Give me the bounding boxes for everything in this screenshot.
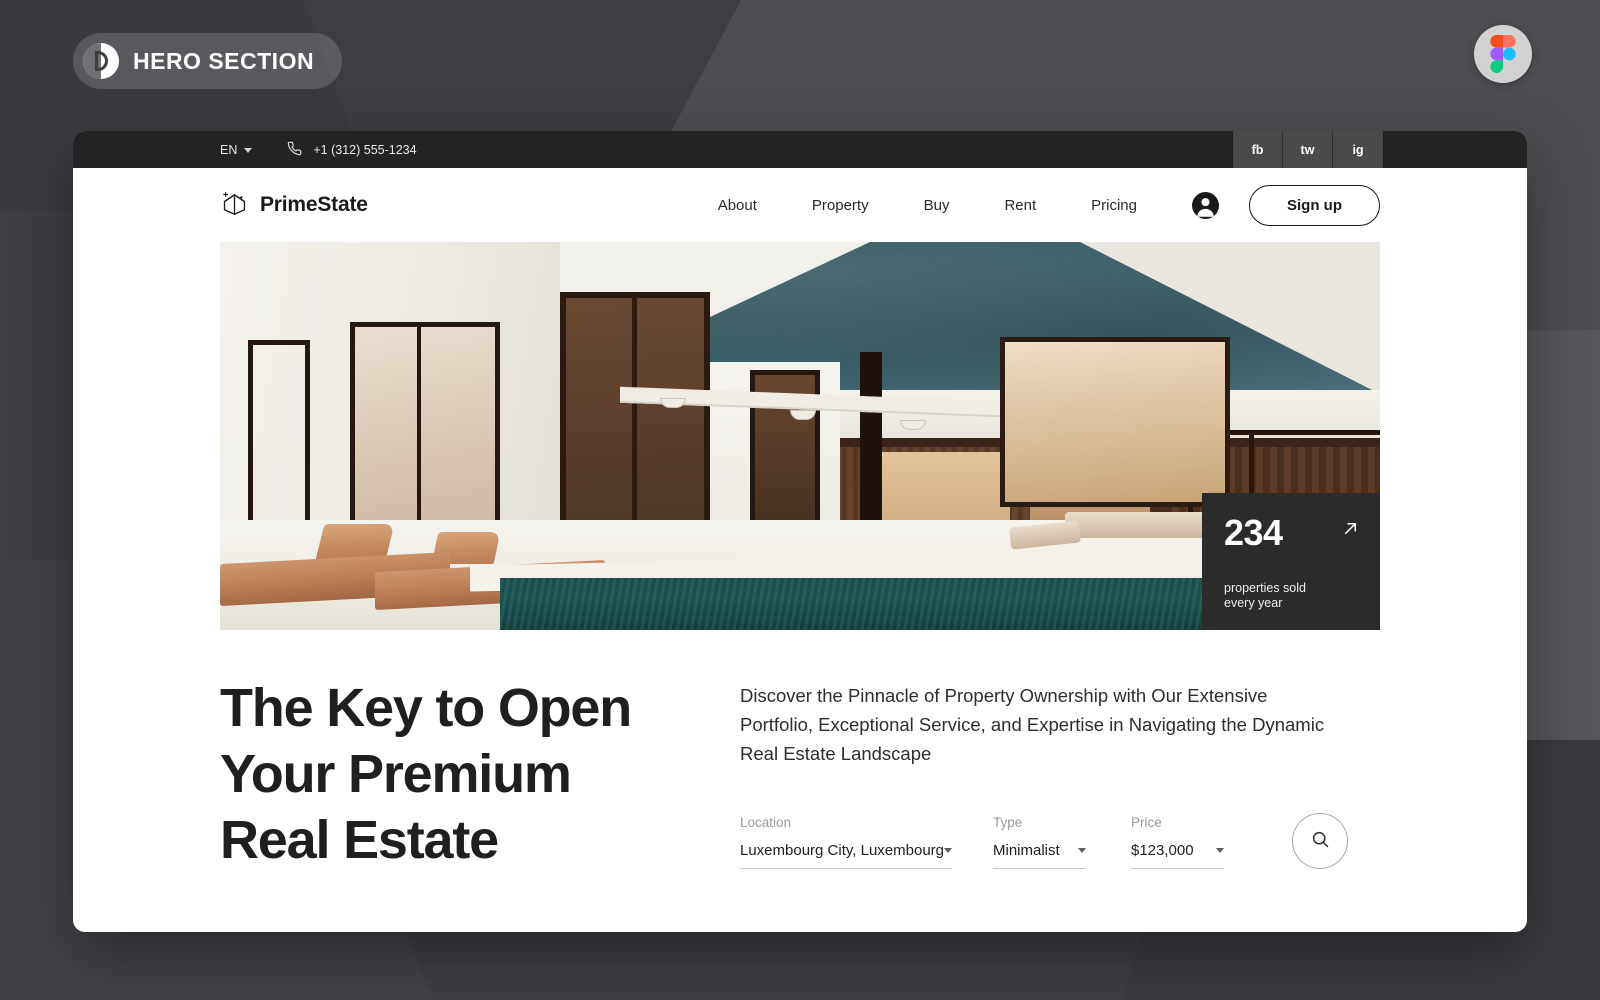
social-link-twitter[interactable]: tw	[1283, 131, 1333, 168]
location-field[interactable]: Location Luxembourg City, Luxembourg	[740, 815, 952, 869]
hero-content: The Key to Open Your Premium Real Estate…	[73, 630, 1527, 874]
hero-image: 234 properties sold every year	[220, 242, 1380, 630]
social-link-facebook[interactable]: fb	[1233, 131, 1283, 168]
brand-logo[interactable]: PrimeState	[220, 188, 368, 222]
stats-card[interactable]: 234 properties sold every year	[1202, 493, 1380, 630]
social-link-instagram[interactable]: ig	[1333, 131, 1383, 168]
house-sparkle-logo-icon	[220, 188, 249, 222]
nav-link-property[interactable]: Property	[812, 197, 869, 214]
hero-right-column: Discover the Pinnacle of Property Owners…	[740, 676, 1380, 874]
price-field[interactable]: Price $123,000	[1131, 815, 1224, 869]
phone-number: +1 (312) 555-1234	[313, 142, 417, 157]
location-label: Location	[740, 814, 792, 830]
sign-up-button[interactable]: Sign up	[1249, 184, 1380, 226]
photo-window	[1000, 337, 1230, 507]
language-label: EN	[220, 142, 238, 157]
caret-down-icon[interactable]	[944, 847, 952, 853]
nav-link-buy[interactable]: Buy	[924, 197, 950, 214]
utility-bar-left: EN +1 (312) 555-1234	[73, 131, 417, 168]
primestate-p-mark-icon	[83, 43, 119, 79]
price-value: $123,000	[1131, 841, 1194, 859]
type-value: Minimalist	[993, 841, 1060, 859]
hero-section-badge-label: HERO SECTION	[133, 47, 315, 74]
website-window: EN +1 (312) 555-1234 fb tw ig PrimeState…	[73, 131, 1527, 932]
nav-link-about[interactable]: About	[718, 197, 757, 214]
figma-logo-icon	[1474, 25, 1532, 83]
brand-name: PrimeState	[260, 193, 368, 216]
screenshot-canvas: HERO SECTION EN +1 (312) 555-1234 fb tw …	[0, 0, 1600, 1000]
stats-caption: properties sold every year	[1224, 580, 1306, 611]
nav-link-pricing[interactable]: Pricing	[1091, 197, 1137, 214]
page-title: The Key to Open Your Premium Real Estate	[220, 678, 632, 870]
type-label: Type	[993, 814, 1023, 830]
search-icon	[1310, 829, 1331, 853]
hero-description: Discover the Pinnacle of Property Owners…	[740, 685, 1325, 764]
phone-link[interactable]: +1 (312) 555-1234	[269, 141, 417, 159]
property-search-form: Location Luxembourg City, Luxembourg Typ…	[740, 812, 1380, 869]
nav-link-rent[interactable]: Rent	[1004, 197, 1036, 214]
caret-down-icon[interactable]	[1216, 847, 1224, 853]
price-label: Price	[1131, 814, 1162, 830]
caret-down-icon[interactable]	[1078, 847, 1086, 853]
type-field[interactable]: Type Minimalist	[993, 815, 1086, 869]
nav-actions: Sign up	[1192, 184, 1380, 226]
location-value: Luxembourg City, Luxembourg	[740, 841, 944, 859]
photo-window	[248, 340, 310, 550]
nav-links: About Property Buy Rent Pricing	[718, 197, 1137, 214]
language-selector[interactable]: EN	[220, 143, 268, 157]
hero-section-badge: HERO SECTION	[73, 33, 343, 89]
search-button[interactable]	[1292, 812, 1348, 869]
photo-sofa	[1065, 512, 1215, 538]
arrow-up-right-icon[interactable]	[1341, 519, 1360, 543]
chevron-down-icon	[244, 148, 253, 153]
utility-bar: EN +1 (312) 555-1234 fb tw ig	[73, 131, 1527, 168]
main-navigation: PrimeState About Property Buy Rent Prici…	[73, 168, 1527, 242]
social-links: fb tw ig	[1233, 131, 1383, 168]
phone-icon	[287, 141, 302, 159]
user-avatar-icon[interactable]	[1192, 191, 1219, 219]
